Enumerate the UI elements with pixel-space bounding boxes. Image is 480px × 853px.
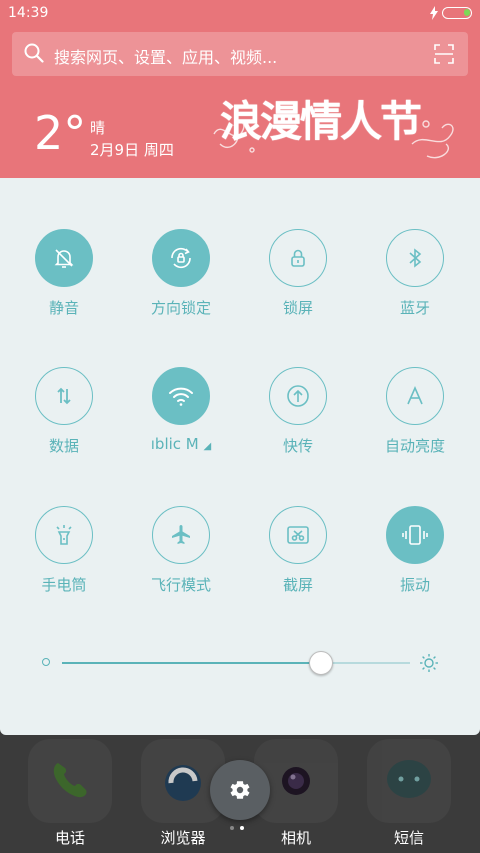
toggle-airplane[interactable]: 飞行模式 xyxy=(121,506,241,595)
phone-icon xyxy=(53,763,87,798)
data-toggle-circle[interactable] xyxy=(35,367,93,425)
toggle-label: 静音 xyxy=(48,299,79,317)
toggle-wifi[interactable]: ıblic M ◢ xyxy=(121,367,241,453)
app-label: 浏览器 xyxy=(160,829,206,847)
brightness-low-icon xyxy=(42,658,50,666)
toggle-vibrate[interactable]: 振动 xyxy=(355,506,475,595)
battery-icon xyxy=(442,7,472,19)
messages-icon xyxy=(387,760,431,798)
toggle-data[interactable]: 数据 xyxy=(4,367,124,456)
flashlight-icon xyxy=(56,525,72,545)
quick-transfer-toggle-circle[interactable] xyxy=(269,367,327,425)
search-icon xyxy=(24,43,44,63)
toggle-label: 手电筒 xyxy=(41,576,87,594)
silent-toggle-circle[interactable] xyxy=(35,229,93,287)
screenshot-icon xyxy=(287,526,309,544)
status-icons xyxy=(430,6,472,20)
bluetooth-icon xyxy=(409,248,422,268)
app-label: 电话 xyxy=(54,829,85,847)
auto-brightness-icon xyxy=(407,386,423,405)
search-input[interactable]: 搜索网页、设置、应用、视频... xyxy=(54,44,277,68)
page-dot xyxy=(230,826,234,830)
temperature: 2° xyxy=(34,106,87,160)
toggle-label: 数据 xyxy=(48,437,79,455)
weather-condition: 晴 xyxy=(90,119,106,137)
toggle-label: 快传 xyxy=(282,437,313,455)
rotation-lock-icon xyxy=(171,247,191,269)
toggle-quick-transfer[interactable]: 快传 xyxy=(238,367,358,456)
charging-icon xyxy=(430,6,438,20)
quick-settings-panel: 静音 方向锁定 锁屏 蓝牙 数据 ıblic M ◢ 快传 自动亮度 手电筒 飞… xyxy=(0,178,480,735)
messages-app-icon[interactable] xyxy=(367,739,451,823)
wifi-icon xyxy=(169,387,193,406)
brightness-track-filled xyxy=(62,662,320,664)
vibrate-icon xyxy=(402,525,428,545)
toggle-flashlight[interactable]: 手电筒 xyxy=(4,506,124,595)
bell-off-icon xyxy=(54,249,74,268)
valentine-banner: 浪漫情人节 xyxy=(212,84,462,164)
brightness-high-icon xyxy=(420,654,438,672)
toggle-rotation-lock[interactable]: 方向锁定 xyxy=(121,229,241,318)
toggle-label: 方向锁定 xyxy=(150,299,211,317)
app-phone[interactable]: 电话 xyxy=(20,739,120,848)
app-label: 短信 xyxy=(393,829,424,847)
banner-text: 浪漫情人节 xyxy=(220,97,422,146)
rotation-lock-toggle-circle[interactable] xyxy=(152,229,210,287)
page-dot-active xyxy=(240,826,244,830)
scan-icon[interactable] xyxy=(434,44,454,64)
screenshot-toggle-circle[interactable] xyxy=(269,506,327,564)
toggle-lock-screen[interactable]: 锁屏 xyxy=(238,229,358,318)
bluetooth-toggle-circle[interactable] xyxy=(386,229,444,287)
brightness-slider[interactable] xyxy=(42,648,442,678)
toggle-label: 蓝牙 xyxy=(399,299,430,317)
lock-icon xyxy=(291,249,305,267)
camera-icon xyxy=(282,767,310,795)
toggle-screenshot[interactable]: 截屏 xyxy=(238,506,358,595)
date: 2月9日 周四 xyxy=(90,141,174,159)
auto-brightness-toggle-circle[interactable] xyxy=(386,367,444,425)
clock: 14:39 xyxy=(8,5,49,21)
airplane-icon xyxy=(172,525,190,544)
browser-icon xyxy=(165,765,201,801)
settings-button[interactable] xyxy=(210,760,270,820)
vibrate-toggle-circle[interactable] xyxy=(386,506,444,564)
app-messages[interactable]: 短信 xyxy=(359,739,459,848)
toggle-label: 截屏 xyxy=(282,576,313,594)
phone-app-icon[interactable] xyxy=(28,739,112,823)
toggle-auto-brightness[interactable]: 自动亮度 xyxy=(355,367,475,456)
toggle-bluetooth[interactable]: 蓝牙 xyxy=(355,229,475,318)
data-arrows-icon xyxy=(57,387,71,405)
wifi-toggle-circle[interactable] xyxy=(152,367,210,425)
search-bar[interactable]: 搜索网页、设置、应用、视频... xyxy=(12,32,468,76)
brightness-thumb[interactable] xyxy=(308,651,333,675)
lock-screen-toggle-circle[interactable] xyxy=(269,229,327,287)
status-bar: 14:39 xyxy=(0,0,480,28)
airplane-toggle-circle[interactable] xyxy=(152,506,210,564)
toggle-label: 飞行模式 xyxy=(150,576,211,594)
toggle-label: 自动亮度 xyxy=(384,437,445,455)
toggle-label: ıblic M ◢ xyxy=(150,435,212,453)
toggle-silent[interactable]: 静音 xyxy=(4,229,124,318)
notification-header: 14:39 搜索网页、设置、应用、视频... 2° 晴 2月9日 周四 浪漫情人… xyxy=(0,0,480,178)
toggle-label: 锁屏 xyxy=(282,299,313,317)
app-label: 相机 xyxy=(280,829,311,847)
toggle-label: 振动 xyxy=(399,576,430,594)
flashlight-toggle-circle[interactable] xyxy=(35,506,93,564)
page-indicator xyxy=(230,826,244,830)
gear-icon xyxy=(230,781,250,799)
upload-icon xyxy=(287,385,309,407)
